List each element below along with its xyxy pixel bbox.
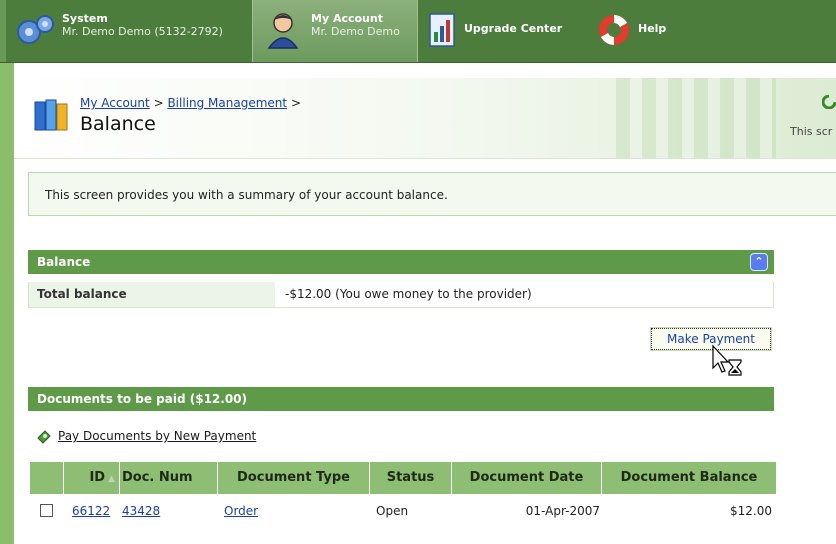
refresh-icon[interactable] <box>822 95 836 109</box>
nav-my-account[interactable]: My Account Mr. Demo Demo <box>252 0 418 62</box>
user-icon <box>267 13 299 49</box>
breadcrumb-billing-management[interactable]: Billing Management <box>167 96 287 110</box>
total-balance-row: Total balance -$12.00 (You owe money to … <box>28 282 774 308</box>
nav-upgrade-center[interactable]: Upgrade Center <box>428 0 562 62</box>
total-balance-value: -$12.00 (You owe money to the provider) <box>285 287 532 301</box>
column-header-document-date[interactable]: Document Date <box>452 462 602 494</box>
balance-section-title: Balance <box>37 255 91 269</box>
busy-cursor-icon <box>712 344 742 376</box>
nav-my-account-title: My Account <box>311 12 383 25</box>
row-doc-num-link[interactable]: 43428 <box>122 494 160 524</box>
documents-section-title: Documents to be paid ($12.00) <box>37 392 248 406</box>
breadcrumb-my-account[interactable]: My Account <box>80 96 150 110</box>
nav-upgrade-title: Upgrade Center <box>464 22 563 35</box>
column-header-status[interactable]: Status <box>370 462 452 494</box>
column-header-doc-num[interactable]: Doc. Num <box>120 462 218 494</box>
left-accent-bar <box>0 63 14 544</box>
lifebuoy-icon <box>599 15 629 45</box>
breadcrumb-separator: > <box>153 96 164 110</box>
sort-asc-icon: ▲ <box>108 474 115 484</box>
column-header-id[interactable]: ID ▲ <box>64 462 120 494</box>
nav-left-strip <box>0 0 6 62</box>
upgrade-chart-icon <box>429 13 455 47</box>
row-checkbox[interactable] <box>40 504 53 517</box>
nav-system-subtitle: Mr. Demo Demo (5132-2792) <box>62 25 223 38</box>
collapse-icon[interactable]: ⌃ <box>750 253 768 271</box>
pay-documents-link-row: Pay Documents by New Payment <box>36 428 256 444</box>
select-column-header <box>30 462 64 494</box>
pay-documents-link[interactable]: Pay Documents by New Payment <box>58 429 256 443</box>
top-navigation: System Mr. Demo Demo (5132-2792) My Acco… <box>0 0 836 63</box>
nav-help[interactable]: Help <box>596 0 666 62</box>
row-document-date: 01-Apr-2007 <box>525 504 600 518</box>
row-document-type-link[interactable]: Order <box>224 494 258 524</box>
nav-my-account-subtitle: Mr. Demo Demo <box>311 25 400 38</box>
payment-icon <box>37 430 51 444</box>
nav-system-title: System <box>62 12 108 25</box>
documents-table-header: ID ▲ Doc. Num Document Type Status Docume… <box>30 462 776 494</box>
header-decoration <box>616 78 776 158</box>
info-box: This screen provides you with a summary … <box>28 172 836 216</box>
page-title: Balance <box>80 113 156 135</box>
column-header-document-type[interactable]: Document Type <box>218 462 370 494</box>
row-document-balance: $12.00 <box>730 504 772 518</box>
documents-section-header: Documents to be paid ($12.00) <box>28 387 774 411</box>
nav-system[interactable]: System Mr. Demo Demo (5132-2792) <box>14 0 223 62</box>
books-icon <box>34 99 68 131</box>
row-id-link[interactable]: 66122 <box>72 494 110 524</box>
nav-help-title: Help <box>638 22 667 35</box>
info-text: This screen provides you with a summary … <box>45 188 448 202</box>
column-header-document-balance[interactable]: Document Balance <box>602 462 776 494</box>
breadcrumb-separator: > <box>290 96 301 110</box>
header-hint: This scr <box>790 125 833 138</box>
table-row: 66122 43428 Order Open 01-Apr-2007 $12.0… <box>30 494 776 524</box>
total-balance-label: Total balance <box>29 282 275 307</box>
row-status: Open <box>376 504 409 518</box>
gears-icon <box>17 15 54 44</box>
breadcrumb: My Account > Billing Management > <box>80 96 301 110</box>
balance-section-header: Balance ⌃ <box>28 250 774 274</box>
